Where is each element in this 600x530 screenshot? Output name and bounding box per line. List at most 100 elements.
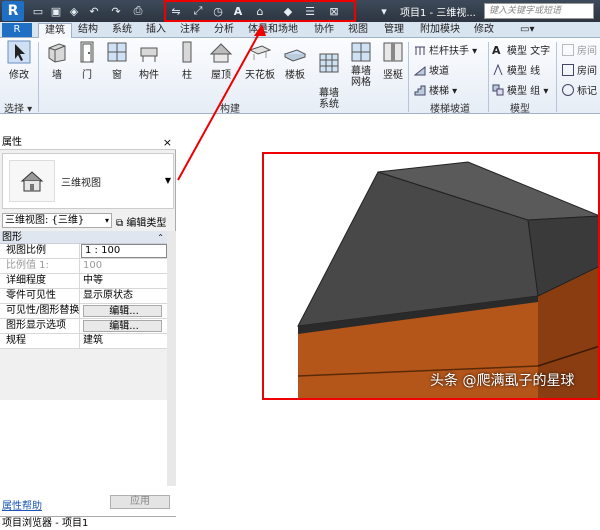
panel-separator	[488, 42, 489, 112]
tab-insert[interactable]: 插入	[146, 23, 166, 38]
window-button[interactable]: 窗	[102, 40, 132, 81]
room-separator-button[interactable]: 房间	[562, 62, 597, 77]
column-button[interactable]: 柱	[172, 40, 202, 81]
door-button[interactable]: 门	[72, 40, 102, 81]
component-icon	[140, 47, 158, 62]
floor-button[interactable]: 楼板	[280, 40, 310, 81]
properties-scrollbar[interactable]	[167, 231, 176, 486]
app-logo[interactable]: R	[2, 1, 24, 21]
wall-icon	[48, 43, 66, 63]
panel-separator	[556, 42, 557, 112]
save-icon[interactable]: ▣	[48, 3, 64, 19]
close-icon[interactable]: ×	[163, 136, 172, 150]
tab-systems[interactable]: 系统	[112, 23, 132, 38]
room-separator-icon	[562, 63, 574, 76]
build-panel-label: 构建	[220, 104, 240, 115]
railing-icon	[415, 46, 425, 55]
tab-file[interactable]: R	[2, 23, 32, 37]
railing-button[interactable]: 栏杆扶手 ▾	[414, 42, 477, 57]
stair-button[interactable]: 楼梯 ▾	[414, 82, 457, 97]
curtain-grid-icon	[351, 42, 371, 62]
type-selector[interactable]: 三维视图 ▼	[2, 153, 174, 209]
model-group-icon	[492, 84, 504, 95]
chevron-down-icon[interactable]: ▼	[165, 176, 171, 185]
view-instance-select[interactable]: 三维视图: {三维} ▾	[2, 213, 112, 228]
wall-button[interactable]: 墙	[42, 40, 72, 81]
ramp-icon	[414, 65, 426, 75]
switch-window-icon[interactable]: ▾	[376, 3, 392, 19]
view-scale-input[interactable]: 1 : 100	[81, 244, 167, 258]
properties-footer: 属性帮助 应用	[0, 494, 176, 512]
curtain-system-button[interactable]: 幕墙 系统	[314, 40, 344, 121]
tab-collaborate[interactable]: 协作	[314, 23, 334, 38]
room-button[interactable]: 房间	[562, 42, 597, 57]
roof-icon	[209, 43, 233, 63]
column-icon	[182, 41, 192, 63]
open-icon[interactable]: ▭	[30, 3, 46, 19]
tab-addins[interactable]: 附加模块	[420, 23, 460, 38]
discipline-value[interactable]: 建筑	[80, 334, 168, 348]
circulation-panel-label: 楼梯坡道	[430, 104, 470, 115]
model-group-button[interactable]: 模型 组 ▾	[492, 82, 548, 97]
tab-structure[interactable]: 结构	[78, 23, 98, 38]
tab-architecture[interactable]: 建筑	[38, 23, 72, 38]
panel-separator	[38, 42, 39, 112]
graphic-display-edit-button[interactable]: 编辑...	[83, 320, 162, 332]
component-button[interactable]: 构件	[134, 40, 164, 81]
table-row: 规程 建筑	[0, 334, 168, 349]
search-input[interactable]: 键入关键字或短语	[484, 3, 594, 19]
properties-palette: 属性 × 三维视图 ▼ 三维视图: {三维} ▾ ⧉ 编辑类型 图形 ⌃ 视图比…	[0, 136, 176, 530]
tab-view[interactable]: 视图	[348, 23, 368, 38]
3d-view-type-icon	[9, 160, 55, 202]
room-icon	[562, 43, 574, 56]
tab-annotate[interactable]: 注释	[180, 23, 200, 38]
properties-table: 图形 ⌃ 视图比例 1 : 100 比例值 1: 100 详细程度 中等 零件可…	[0, 231, 168, 349]
model-text-button[interactable]: A 模型 文字	[492, 42, 550, 58]
view-selector-row: 三维视图: {三维} ▾ ⧉ 编辑类型	[0, 213, 176, 229]
curtain-system-icon	[319, 53, 339, 73]
undo-icon[interactable]: ↶	[86, 3, 102, 19]
edit-type-icon: ⧉	[116, 218, 124, 229]
window-icon	[107, 42, 127, 62]
section-graphics[interactable]: 图形 ⌃	[0, 231, 168, 244]
model-line-button[interactable]: 模型 线	[492, 62, 540, 77]
edit-type-button[interactable]: ⧉ 编辑类型	[116, 214, 166, 229]
viewport-highlight	[262, 152, 600, 400]
stair-icon	[414, 85, 426, 95]
tab-modify[interactable]: 修改	[474, 23, 494, 38]
print-icon[interactable]: ⎙	[130, 3, 146, 19]
cursor-arrow-icon	[7, 40, 31, 64]
tab-massing-site[interactable]: 体量和场地	[248, 23, 298, 38]
table-row: 比例值 1: 100	[0, 259, 168, 274]
tab-manage[interactable]: 管理	[384, 23, 404, 38]
ramp-button[interactable]: 坡道	[414, 62, 449, 77]
redo-icon[interactable]: ↷	[108, 3, 124, 19]
modify-button[interactable]: 修改	[2, 40, 36, 81]
model-text-icon: A	[492, 43, 501, 57]
project-browser-header[interactable]: 项目浏览器 - 项目1	[0, 516, 176, 530]
type-name: 三维视图	[61, 178, 101, 189]
detail-level-value[interactable]: 中等	[80, 274, 168, 288]
curtain-grid-button[interactable]: 幕墙 网格	[346, 40, 376, 88]
apply-button[interactable]: 应用	[110, 495, 170, 509]
properties-title: 属性	[2, 137, 22, 148]
vg-overrides-edit-button[interactable]: 编辑...	[83, 305, 162, 317]
sync-icon[interactable]: ◈	[66, 3, 82, 19]
ribbon-toggle-icon[interactable]: ▭▾	[520, 23, 534, 38]
parts-visibility-value[interactable]: 显示原状态	[80, 289, 168, 303]
mullion-button[interactable]: 竖梃	[378, 40, 408, 81]
door-icon	[80, 41, 94, 63]
roof-button[interactable]: 屋顶	[206, 40, 236, 81]
ceiling-button[interactable]: 天花板	[242, 40, 278, 81]
floor-icon	[283, 49, 307, 62]
collapse-icon[interactable]: ⌃	[157, 231, 164, 244]
tag-room-icon	[562, 83, 574, 96]
tag-room-button[interactable]: 标记	[562, 82, 597, 97]
select-panel-label[interactable]: 选择 ▾	[4, 100, 32, 115]
tab-analyze[interactable]: 分析	[214, 23, 234, 38]
table-row: 视图比例 1 : 100	[0, 244, 168, 259]
properties-help-link[interactable]: 属性帮助	[2, 497, 42, 512]
model-line-icon	[493, 63, 503, 75]
ceiling-icon	[248, 45, 272, 60]
properties-header: 属性 ×	[0, 136, 176, 150]
